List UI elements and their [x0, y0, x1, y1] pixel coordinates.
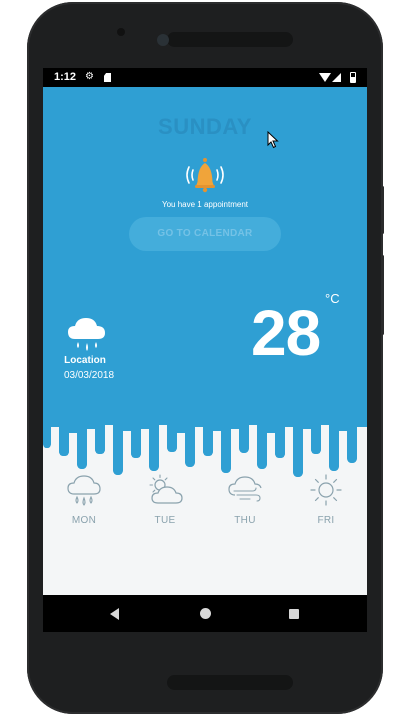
forecast-row: MON TUE THU FRI	[43, 473, 367, 543]
forecast-item-thu[interactable]: THU	[215, 473, 275, 543]
go-to-calendar-button[interactable]: GO TO CALENDAR	[129, 217, 281, 251]
forecast-item-fri[interactable]: FRI	[296, 473, 356, 543]
temperature-value: 28	[251, 297, 321, 369]
home-icon[interactable]	[200, 608, 211, 619]
rain-cloud-icon	[67, 475, 101, 506]
device-screen: 1:12 ⚙ SUNDAY You have 1 appointment GO …	[43, 68, 367, 632]
front-camera	[157, 34, 169, 46]
signal-icon	[332, 73, 341, 82]
proximity-sensor	[117, 28, 125, 36]
sd-card-icon	[104, 73, 111, 82]
forecast-day-label: TUE	[154, 515, 176, 526]
wifi-icon	[319, 73, 331, 82]
mouse-cursor-icon	[267, 131, 279, 149]
earpiece-speaker	[167, 32, 293, 47]
forecast-day-label: MON	[71, 515, 97, 526]
power-button[interactable]	[381, 186, 384, 234]
day-title: SUNDAY	[158, 114, 252, 139]
gear-icon: ⚙	[85, 71, 94, 82]
forecast-day-label: THU	[234, 515, 256, 526]
bell-icon	[186, 158, 224, 193]
status-bar: 1:12 ⚙	[43, 68, 367, 87]
battery-icon	[350, 72, 356, 83]
partly-cloudy-icon	[149, 474, 183, 504]
windy-cloud-icon	[228, 476, 262, 502]
date-label: 03/03/2018	[63, 370, 115, 381]
forecast-day-label: FRI	[317, 515, 335, 526]
appointment-text: You have 1 appointment	[162, 200, 248, 209]
navigation-bar	[43, 595, 367, 632]
forecast-item-tue[interactable]: TUE	[135, 473, 195, 543]
forecast-item-mon[interactable]: MON	[54, 473, 114, 543]
sun-icon	[310, 474, 342, 506]
status-time: 1:12	[54, 71, 77, 83]
location-label: Location	[64, 355, 106, 366]
weather-app: SUNDAY You have 1 appointment GO TO CALE…	[43, 87, 367, 595]
volume-button[interactable]	[381, 255, 384, 335]
back-icon[interactable]	[110, 608, 119, 620]
temperature-unit: °C	[325, 291, 340, 306]
bottom-speaker	[167, 675, 293, 690]
rain-cloud-icon	[68, 318, 105, 351]
recent-apps-icon[interactable]	[289, 609, 299, 619]
